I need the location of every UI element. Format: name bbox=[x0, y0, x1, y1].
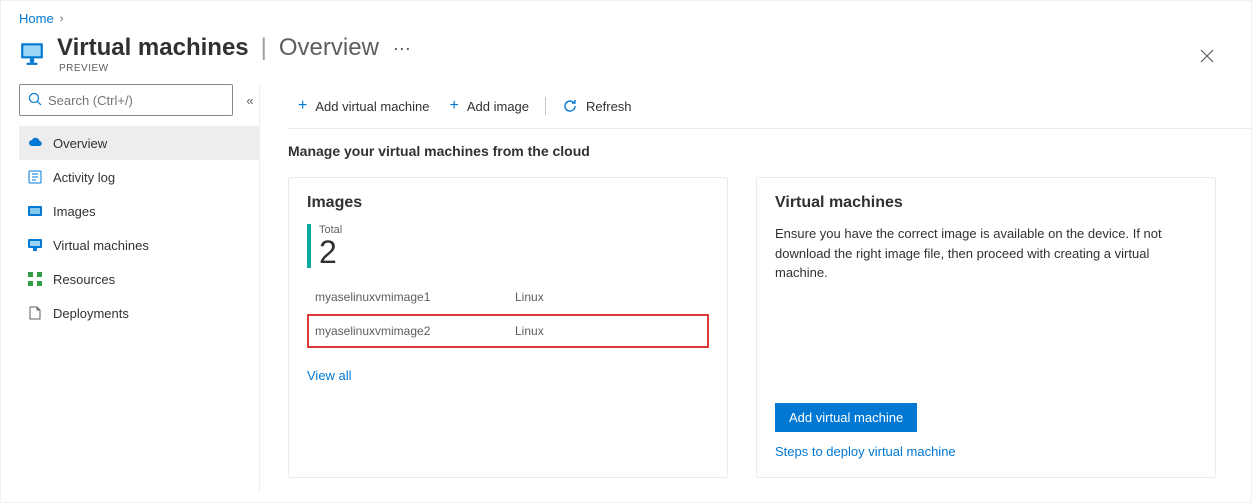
image-name: myaselinuxvmimage2 bbox=[315, 324, 515, 338]
search-input-wrapper[interactable] bbox=[19, 84, 233, 116]
vm-card-title: Virtual machines bbox=[775, 194, 1197, 212]
toolbar-divider bbox=[545, 97, 546, 115]
sidebar-item-virtual-machines[interactable]: Virtual machines bbox=[19, 228, 259, 262]
add-image-button[interactable]: + Add image bbox=[440, 84, 540, 128]
add-vm-primary-button[interactable]: Add virtual machine bbox=[775, 403, 917, 432]
main-headline: Manage your virtual machines from the cl… bbox=[288, 143, 1227, 159]
steps-link[interactable]: Steps to deploy virtual machine bbox=[775, 444, 1197, 459]
deployments-icon bbox=[27, 305, 43, 321]
page-subtitle: Overview bbox=[279, 34, 379, 62]
images-card: Images Total 2 myaselinuxvmimage1 Linux … bbox=[288, 177, 728, 478]
images-card-title: Images bbox=[307, 194, 709, 212]
page-title: Virtual machines bbox=[57, 34, 249, 62]
main-content: + Add virtual machine + Add image Refres… bbox=[259, 84, 1251, 493]
sidebar: « Overview Activity log Images Virtual m… bbox=[1, 84, 259, 493]
refresh-button[interactable]: Refresh bbox=[552, 84, 642, 128]
close-button[interactable] bbox=[1191, 40, 1223, 72]
vm-card: Virtual machines Ensure you have the cor… bbox=[756, 177, 1216, 478]
resources-icon bbox=[27, 271, 43, 287]
refresh-icon bbox=[562, 98, 578, 114]
page-header: Virtual machines | Overview ⋯ PREVIEW bbox=[1, 26, 1251, 84]
image-name: myaselinuxvmimage1 bbox=[315, 290, 515, 304]
search-icon bbox=[28, 92, 42, 109]
search-input[interactable] bbox=[48, 93, 224, 108]
sidebar-item-overview[interactable]: Overview bbox=[19, 126, 259, 160]
sidebar-item-resources[interactable]: Resources bbox=[19, 262, 259, 296]
sidebar-item-deployments[interactable]: Deployments bbox=[19, 296, 259, 330]
vm-header-icon bbox=[19, 40, 45, 66]
chevron-right-icon: › bbox=[60, 13, 64, 25]
view-all-link[interactable]: View all bbox=[307, 368, 352, 383]
add-vm-button[interactable]: + Add virtual machine bbox=[288, 84, 440, 128]
image-os: Linux bbox=[515, 290, 615, 304]
breadcrumb: Home › bbox=[1, 1, 1251, 26]
plus-icon: + bbox=[298, 97, 307, 115]
collapse-sidebar-icon[interactable]: « bbox=[241, 93, 259, 108]
activity-log-icon bbox=[27, 169, 43, 185]
image-os: Linux bbox=[515, 324, 615, 338]
plus-icon: + bbox=[450, 97, 459, 115]
sidebar-item-images[interactable]: Images bbox=[19, 194, 259, 228]
table-row[interactable]: myaselinuxvmimage1 Linux bbox=[307, 280, 709, 314]
more-actions-icon[interactable]: ⋯ bbox=[391, 39, 411, 60]
images-icon bbox=[27, 203, 43, 219]
total-value: 2 bbox=[319, 236, 342, 268]
vm-icon bbox=[27, 237, 43, 253]
preview-badge: PREVIEW bbox=[57, 62, 411, 74]
vm-card-description: Ensure you have the correct image is ava… bbox=[775, 224, 1197, 283]
table-row[interactable]: myaselinuxvmimage2 Linux bbox=[307, 314, 709, 348]
cloud-icon bbox=[27, 135, 43, 151]
toolbar: + Add virtual machine + Add image Refres… bbox=[288, 84, 1227, 128]
sidebar-item-activity-log[interactable]: Activity log bbox=[19, 160, 259, 194]
total-accent-bar bbox=[307, 224, 311, 268]
breadcrumb-home[interactable]: Home bbox=[19, 11, 54, 26]
